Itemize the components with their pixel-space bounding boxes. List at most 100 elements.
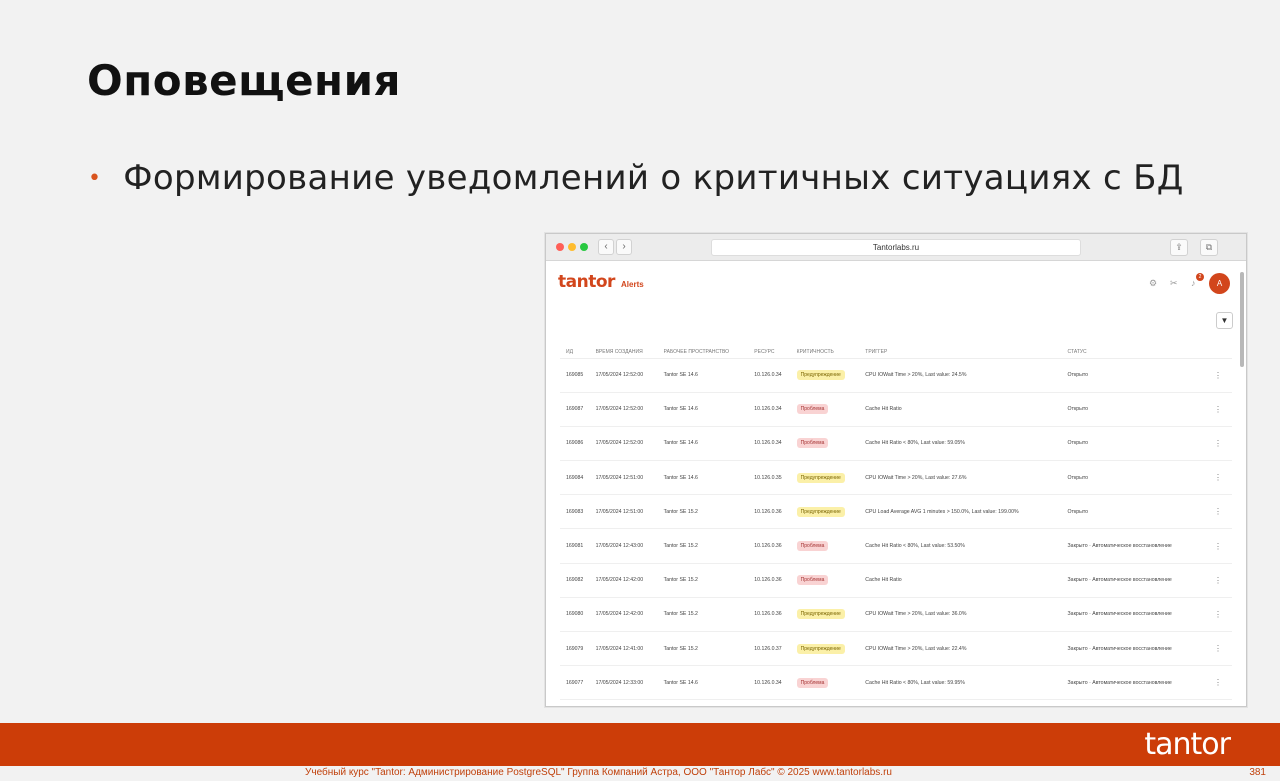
cell-time: 17/05/2024 12:52:00 <box>589 392 658 427</box>
tabs-button[interactable]: ⧉ <box>1200 239 1218 256</box>
alerts-table: ИД Время создания Рабочее пространство Ресу… <box>560 346 1232 701</box>
column-header[interactable]: Рабочее пространство <box>657 346 749 359</box>
cell-time: 17/05/2024 12:43:00 <box>589 528 658 564</box>
severity-badge: Предупреждение <box>796 643 845 654</box>
scrollbar[interactable] <box>1240 272 1244 367</box>
row-menu-icon[interactable]: ⋮ <box>1201 358 1232 393</box>
browser-toolbar: ‹ › Tantorlabs.ru ⇪ ⧉ <box>546 234 1246 261</box>
row-menu-icon[interactable]: ⋮ <box>1201 631 1232 667</box>
cell-time: 17/05/2024 12:51:00 <box>589 494 658 530</box>
cell-res: 10.126.0.37 <box>748 631 791 667</box>
severity-badge: Проблема <box>796 438 829 449</box>
cell-time: 17/05/2024 12:42:00 <box>589 563 658 598</box>
cell-res: 10.126.0.36 <box>748 494 791 530</box>
address-bar[interactable]: Tantorlabs.ru <box>711 239 1081 256</box>
cell-trigger: Cache Hit Ratio < 80%, Last value: 59.05… <box>859 426 1062 462</box>
cell-id: 169084 <box>560 460 590 496</box>
forward-button[interactable]: › <box>616 239 632 255</box>
severity-badge: Предупреждение <box>796 506 845 517</box>
cell-id: 169079 <box>560 631 590 667</box>
cell-time: 17/05/2024 12:52:00 <box>589 426 658 462</box>
severity-badge: Предупреждение <box>796 472 845 483</box>
cell-res: 10.126.0.36 <box>748 597 791 633</box>
cell-trigger: Cache Hit Ratio < 80%, Last value: 59.95… <box>859 665 1062 701</box>
row-menu-icon[interactable]: ⋮ <box>1201 528 1232 564</box>
cell-time: 17/05/2024 12:33:00 <box>589 665 658 701</box>
table-row[interactable]: 169083 17/05/2024 12:51:00 Tantor SE 15.2 1… <box>560 494 1232 530</box>
row-menu-icon[interactable]: ⋮ <box>1201 392 1232 427</box>
filter-button[interactable]: ▼ <box>1216 312 1233 329</box>
severity-cell: Предупреждение <box>790 358 860 393</box>
severity-badge: Предупреждение <box>796 609 845 620</box>
cell-ws: Tantor SE 15.2 <box>657 494 749 530</box>
cell-ws: Tantor SE 14.6 <box>657 392 749 427</box>
notification-count-badge: 2 <box>1196 273 1204 281</box>
severity-cell: Предупреждение <box>790 494 860 530</box>
footer-logo: tantor <box>1144 727 1231 762</box>
table-row[interactable]: 169080 17/05/2024 12:42:00 Tantor SE 15.2 1… <box>560 597 1232 633</box>
footer-bar: tantor <box>0 723 1280 766</box>
table-row[interactable]: 169082 17/05/2024 12:42:00 Tantor SE 15.2 1… <box>560 563 1232 598</box>
cell-time: 17/05/2024 12:41:00 <box>589 631 658 667</box>
share-button[interactable]: ⇪ <box>1170 239 1188 256</box>
cell-trigger: CPU Load Average AVG 1 minutes > 150.0%,… <box>859 494 1062 530</box>
column-header[interactable]: Ресурс <box>748 346 791 359</box>
cell-ws: Tantor SE 15.2 <box>657 631 749 667</box>
cell-res: 10.126.0.34 <box>748 665 791 701</box>
bell-icon[interactable]: ♪ <box>1191 278 1196 288</box>
severity-badge: Проблема <box>796 404 829 415</box>
cell-id: 169086 <box>560 426 590 462</box>
row-menu-icon[interactable]: ⋮ <box>1201 597 1232 633</box>
nav-alerts-link[interactable]: Alerts <box>621 280 644 289</box>
column-header[interactable]: Статус <box>1061 346 1202 359</box>
browser-window: ‹ › Tantorlabs.ru ⇪ ⧉ tantor Alerts ⚙ ✂ … <box>545 233 1247 707</box>
cell-time: 17/05/2024 12:51:00 <box>589 460 658 496</box>
row-menu-icon[interactable]: ⋮ <box>1201 426 1232 462</box>
cell-trigger: CPU IOWait Time > 20%, Last value: 22.4% <box>859 631 1062 667</box>
table-row[interactable]: 169087 17/05/2024 12:52:00 Tantor SE 14.6 1… <box>560 392 1232 427</box>
page-number: 381 <box>1249 767 1266 778</box>
cell-id: 169080 <box>560 597 590 633</box>
cell-ws: Tantor SE 15.2 <box>657 597 749 633</box>
cell-time: 17/05/2024 12:52:00 <box>589 358 658 393</box>
app-logo[interactable]: tantor <box>558 272 615 292</box>
cell-status: Открыто <box>1061 460 1202 496</box>
severity-badge: Предупреждение <box>796 370 845 381</box>
row-menu-icon[interactable]: ⋮ <box>1201 494 1232 530</box>
cell-time: 17/05/2024 12:42:00 <box>589 597 658 633</box>
table-row[interactable]: 169079 17/05/2024 12:41:00 Tantor SE 15.2 1… <box>560 631 1232 667</box>
severity-cell: Проблема <box>790 426 860 462</box>
table-row[interactable]: 169084 17/05/2024 12:51:00 Tantor SE 14.6 1… <box>560 460 1232 496</box>
slide-title: Оповещения <box>87 56 401 105</box>
table-row[interactable]: 169077 17/05/2024 12:33:00 Tantor SE 14.6 1… <box>560 665 1232 701</box>
table-row[interactable]: 169086 17/05/2024 12:52:00 Tantor SE 14.6 1… <box>560 426 1232 462</box>
cell-trigger: CPU IOWait Time > 20%, Last value: 36.0% <box>859 597 1062 633</box>
severity-cell: Проблема <box>790 392 860 427</box>
app-content: tantor Alerts ⚙ ✂ ♪ 2 A ▼ ИД Время создан… <box>546 262 1246 706</box>
column-header[interactable]: Триггер <box>859 346 1062 359</box>
severity-cell: Проблема <box>790 563 860 598</box>
cell-ws: Tantor SE 15.2 <box>657 563 749 598</box>
minimize-window-icon[interactable] <box>568 243 576 251</box>
row-menu-icon[interactable]: ⋮ <box>1201 665 1232 701</box>
cell-res: 10.126.0.35 <box>748 460 791 496</box>
cell-id: 169083 <box>560 494 590 530</box>
table-row[interactable]: 169085 17/05/2024 12:52:00 Tantor SE 14.6 1… <box>560 358 1232 393</box>
cell-status: Закрыто · Автоматическое восстановление <box>1061 665 1202 701</box>
close-window-icon[interactable] <box>556 243 564 251</box>
row-menu-icon[interactable]: ⋮ <box>1201 460 1232 496</box>
user-avatar[interactable]: A <box>1209 273 1230 294</box>
tools-icon[interactable]: ✂ <box>1170 278 1178 289</box>
back-button[interactable]: ‹ <box>598 239 614 255</box>
cell-status: Закрыто · Автоматическое восстановление <box>1061 597 1202 633</box>
cell-id: 169085 <box>560 358 590 393</box>
maximize-window-icon[interactable] <box>580 243 588 251</box>
column-header[interactable]: ИД <box>560 346 590 359</box>
settings-icon[interactable]: ⚙ <box>1149 278 1157 289</box>
column-header[interactable]: Критичность <box>790 346 860 359</box>
row-menu-icon[interactable]: ⋮ <box>1201 563 1232 598</box>
bullet-text: Формирование уведомлений о критичных сит… <box>123 158 1184 198</box>
column-header[interactable]: Время создания <box>589 346 658 359</box>
severity-cell: Предупреждение <box>790 631 860 667</box>
table-row[interactable]: 169081 17/05/2024 12:43:00 Tantor SE 15.2 1… <box>560 528 1232 564</box>
